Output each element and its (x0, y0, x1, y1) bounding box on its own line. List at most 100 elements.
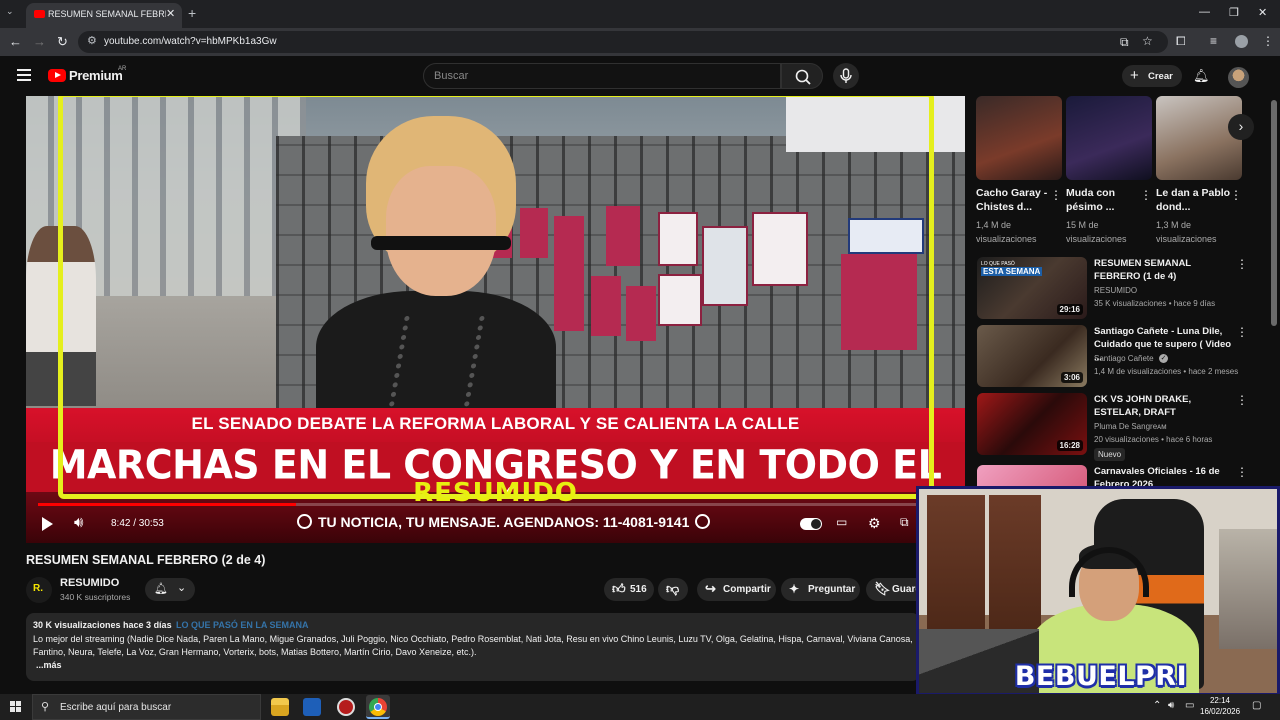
reading-list-icon[interactable]: ≡ (1210, 34, 1217, 48)
restore-icon[interactable]: ❐ (1229, 6, 1239, 19)
page-scrollbar[interactable] (1271, 100, 1277, 326)
more-options-icon[interactable]: ⋮ (1236, 325, 1248, 339)
clock-time[interactable]: 22:14 (1200, 696, 1240, 705)
volume-tray-icon[interactable]: 🔊︎ (1168, 700, 1174, 711)
taskbar-search-placeholder: Escribe aquí para buscar (60, 702, 172, 713)
file-explorer-icon[interactable] (271, 698, 289, 716)
recommendation-item[interactable]: 16:28 CK VS JOHN DRAKE, ESTELAR, DRAFT P… (977, 393, 1252, 461)
back-icon[interactable]: ← (9, 34, 22, 49)
more-options-icon[interactable]: ⋮ (1050, 188, 1062, 202)
hashtag-link[interactable]: LO QUE PASÓ EN LA SEMANA (176, 620, 309, 630)
notifications-icon[interactable]: ▢ (1252, 700, 1261, 711)
profile-avatar-icon[interactable] (1235, 35, 1248, 48)
save-button[interactable]: 🔖︎ Guard (866, 578, 921, 601)
search-box[interactable] (423, 63, 781, 89)
create-button[interactable]: + Crear (1122, 65, 1182, 87)
new-badge: Nuevo (1094, 448, 1126, 461)
browser-tab[interactable]: RESUMEN SEMANAL FEBRERO (2 de 4) ✕ (26, 3, 182, 28)
search-input[interactable] (434, 68, 764, 84)
notification-preferences-button[interactable]: 🔔︎ ⌄ (145, 578, 195, 601)
share-label: Compartir (723, 584, 771, 595)
progress-bar[interactable] (38, 503, 953, 506)
plus-icon: + (1130, 67, 1139, 84)
more-options-icon[interactable]: ⋮ (1236, 393, 1248, 407)
short-thumbnail[interactable] (976, 96, 1062, 180)
autoplay-toggle[interactable] (800, 518, 822, 530)
youtube-brand-text[interactable]: Premium (69, 68, 123, 83)
clock-date[interactable]: 16/02/2026 (1200, 707, 1240, 716)
address-bar[interactable]: ⚙ youtube.com/watch?v=hbMPKb1a3Gw ⧉ ☆ (78, 31, 1168, 53)
extensions-icon[interactable]: ⧠ (1176, 34, 1186, 49)
channel-avatar[interactable]: R. (26, 577, 52, 603)
minimize-icon[interactable]: — (1199, 6, 1210, 18)
more-options-icon[interactable]: ⋮ (1230, 188, 1242, 202)
webcam-overlay: BEBUELPRI (916, 486, 1280, 696)
chevron-right-icon[interactable]: › (1228, 114, 1254, 140)
more-options-icon[interactable]: ⋮ (1236, 257, 1248, 271)
tab-close-icon[interactable]: ✕ (166, 7, 175, 20)
network-icon[interactable]: ▭ (1185, 700, 1194, 711)
windows-start-icon[interactable] (10, 701, 22, 713)
recommendation-thumbnail[interactable]: 3:06 (977, 325, 1087, 387)
windows-taskbar: ⚲ Escribe aquí para buscar ⌃ 🔊︎ ▭ 22:14 … (0, 694, 1280, 720)
subtitles-icon[interactable]: ▭ (836, 515, 847, 529)
recommendation-title[interactable]: CK VS JOHN DRAKE, ESTELAR, DRAFT (1094, 393, 1234, 419)
bookmark-star-icon[interactable]: ☆ (1142, 34, 1153, 48)
recommendation-channel[interactable]: Pluma De Sangreᴀᴍ (1094, 422, 1167, 431)
notifications-bell-icon[interactable]: 🔔︎ (1193, 68, 1210, 84)
app-icon[interactable] (337, 698, 355, 716)
taskbar-search[interactable]: ⚲ Escribe aquí para buscar (32, 694, 261, 720)
show-more-link[interactable]: ...más (36, 660, 62, 670)
video-player[interactable]: EL SENADO DEBATE LA REFORMA LABORAL Y SE… (26, 96, 965, 543)
more-options-icon[interactable]: ⋮ (1140, 188, 1152, 202)
install-app-icon[interactable]: ⧉ (1120, 35, 1129, 50)
short-thumbnail[interactable] (1156, 96, 1242, 180)
site-info-icon[interactable]: ⚙ (87, 34, 97, 47)
yellow-frame (58, 96, 934, 499)
play-icon[interactable] (42, 517, 53, 531)
account-avatar[interactable] (1228, 67, 1249, 88)
search-button[interactable] (781, 63, 823, 89)
youtube-favicon-icon (34, 10, 45, 18)
short-views: 15 M de visualizaciones (1066, 220, 1127, 244)
recommendation-thumbnail[interactable]: LO QUE PASÓ ESTA SEMANA 29:16 (977, 257, 1087, 319)
recommendation-item[interactable]: LO QUE PASÓ ESTA SEMANA 29:16 RESUMEN SEM… (977, 257, 1252, 319)
country-code: AR (118, 66, 127, 72)
settings-gear-icon[interactable]: ⚙ (868, 515, 881, 532)
chevron-down-icon: ⌄ (177, 582, 187, 594)
short-card[interactable]: Muda con pésimo ... 15 M de visualizacio… (1066, 96, 1154, 246)
volume-icon[interactable]: 🔊︎ (74, 514, 83, 531)
youtube-header: Premium AR + Crear 🔔︎ (0, 56, 1280, 96)
show-hidden-icons-icon[interactable]: ⌃ (1153, 700, 1161, 711)
like-button[interactable]: 👍︎ 516 (604, 578, 654, 601)
browser-toolbar: ← → ↻ ⚙ youtube.com/watch?v=hbMPKb1a3Gw … (0, 28, 1280, 56)
short-card[interactable]: Cacho Garay - Chistes d... 1,4 M de visu… (976, 96, 1064, 246)
recommendation-channel[interactable]: RESUMIDO (1094, 286, 1137, 295)
description-box[interactable]: 30 K visualizaciones hace 3 días LO QUE … (26, 613, 920, 681)
url-text: youtube.com/watch?v=hbMPKb1a3Gw (104, 36, 277, 47)
short-thumbnail[interactable] (1066, 96, 1152, 180)
voice-search-button[interactable] (833, 63, 859, 89)
hamburger-menu-icon[interactable] (17, 69, 31, 81)
more-options-icon[interactable]: ⋮ (1236, 465, 1248, 479)
recommendation-item[interactable]: 3:06 Santiago Cañete - Luna Dile, Cuidad… (977, 325, 1252, 387)
reload-icon[interactable]: ↻ (57, 34, 68, 50)
recommendation-thumbnail[interactable]: 16:28 (977, 393, 1087, 455)
new-tab-icon[interactable]: + (188, 5, 196, 21)
channel-name[interactable]: RESUMIDO (60, 577, 119, 589)
chrome-taskbar-button[interactable] (366, 695, 390, 719)
miniplayer-icon[interactable]: ⧉ (900, 515, 909, 530)
chrome-menu-icon[interactable]: ⋮ (1262, 34, 1274, 48)
recommendation-channel[interactable]: Santiago Cañete (1094, 354, 1154, 363)
share-button[interactable]: ↪ Compartir (697, 578, 776, 601)
search-icon (795, 69, 811, 85)
tab-search-icon[interactable]: ⌄ (6, 6, 14, 17)
app-icon[interactable] (303, 698, 321, 716)
youtube-logo-icon[interactable] (48, 69, 66, 82)
forward-icon[interactable]: → (33, 34, 46, 49)
ask-button[interactable]: ✦ Preguntar (781, 578, 860, 601)
window-close-icon[interactable]: ✕ (1258, 6, 1267, 19)
recommendation-title[interactable]: RESUMEN SEMANAL FEBRERO (1 de 4) (1094, 257, 1234, 283)
dislike-button[interactable]: 👎︎ (658, 578, 688, 601)
views-and-date: 30 K visualizaciones hace 3 días (33, 620, 172, 630)
